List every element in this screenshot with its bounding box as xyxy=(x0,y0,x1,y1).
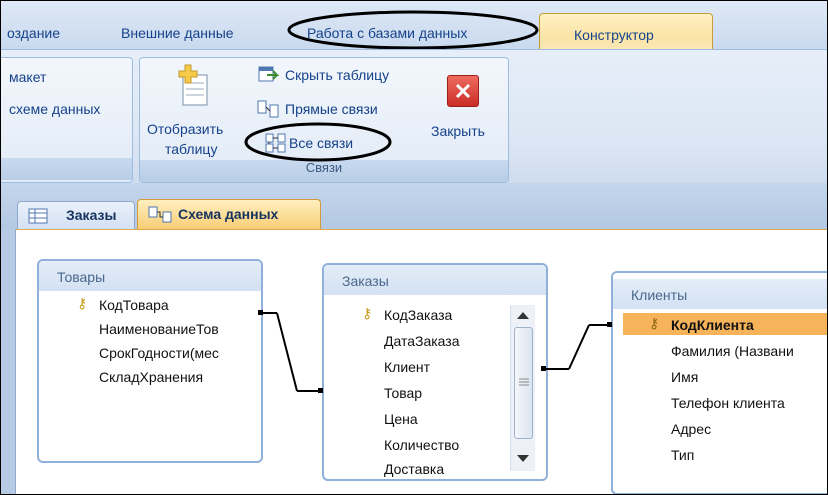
relationship-lines xyxy=(258,310,612,393)
relation-endpoint xyxy=(607,322,612,327)
relation-orders-clients xyxy=(544,324,611,370)
relation-endpoint xyxy=(541,366,546,371)
relation-endpoint xyxy=(258,310,263,315)
relation-goods-orders xyxy=(259,312,322,392)
access-window: оздание Внешние данные Работа с базами д… xyxy=(0,0,828,495)
relation-endpoint xyxy=(318,388,323,393)
